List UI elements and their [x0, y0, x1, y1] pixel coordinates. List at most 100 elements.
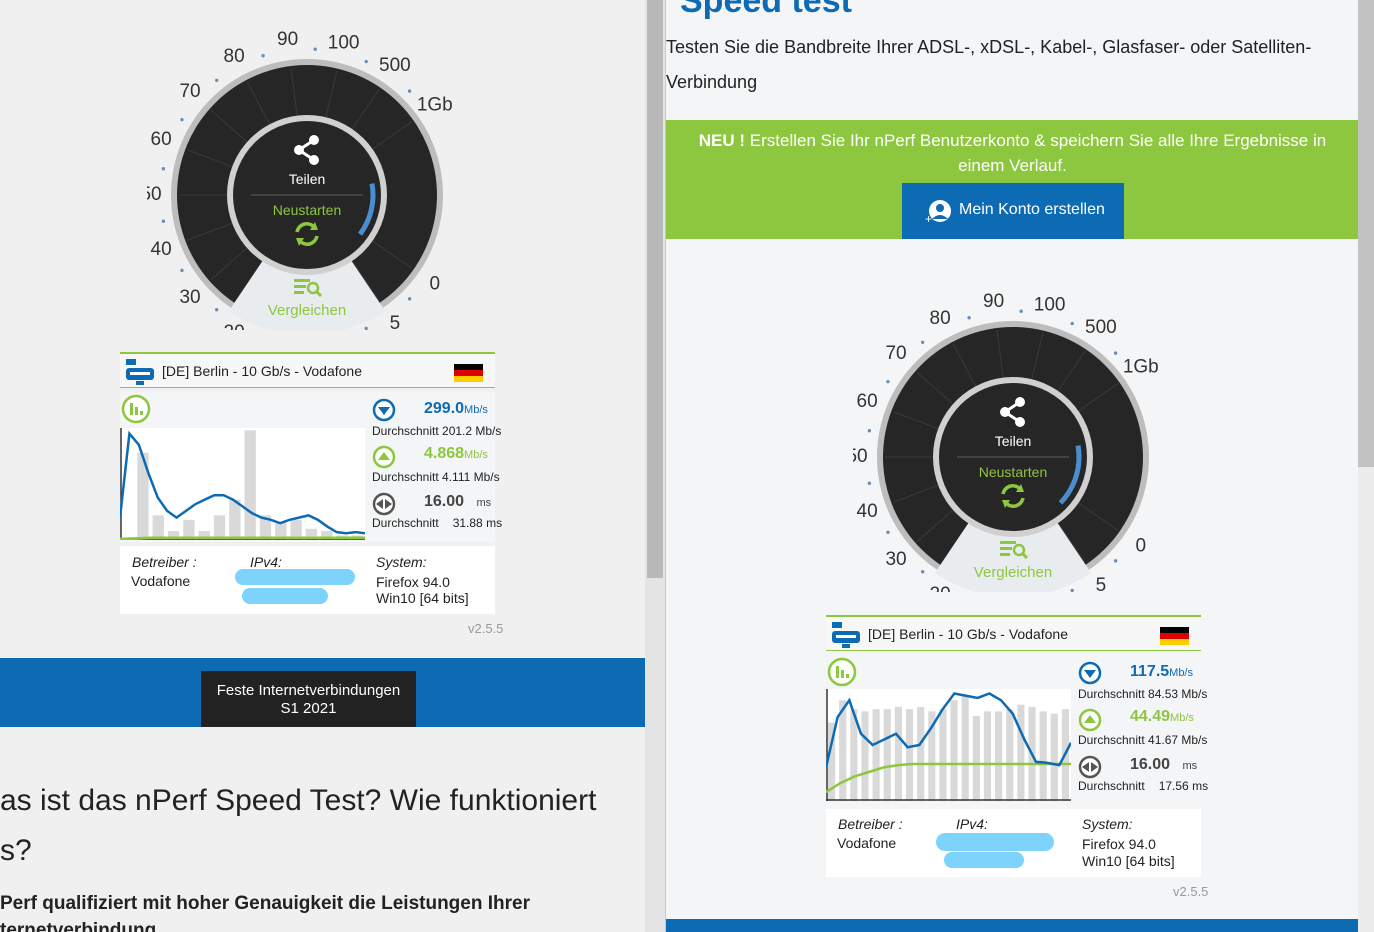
right-scrollbar[interactable] [1358, 0, 1374, 932]
upload-average: Durchschnitt 4.111 Mb/s [372, 470, 500, 484]
speed-history-chart [826, 689, 1071, 801]
germany-flag-icon [454, 364, 483, 382]
latency-value: 16.00 [424, 493, 465, 510]
gauge-scale-dot [886, 530, 890, 535]
chart-bar [983, 711, 992, 801]
server-info[interactable]: [DE] Berlin - 10 Gb/s - Vodafone [120, 352, 495, 388]
gauge-scale-dot [920, 570, 925, 574]
gauge-scale-label: 40 [857, 501, 878, 522]
latency-value: 16.00 [1130, 756, 1171, 773]
restart-button[interactable]: Neustarten [237, 202, 377, 253]
gauge-scale-dot [364, 59, 368, 64]
compare-button[interactable]: Vergleichen [943, 539, 1083, 581]
refresh-icon [1001, 484, 1025, 508]
operator-value: Vodafone [837, 835, 897, 851]
compare-icon [294, 279, 323, 298]
upload-metric: 4.868Mb/s Durchschnitt 4.111 Mb/s [372, 445, 507, 485]
speed-gauge: 05101520304050607080901005001Gb Teilen N… [853, 292, 1233, 592]
svg-text:+: + [925, 212, 932, 226]
page-title: Speed test [680, 0, 852, 20]
latency-metric: 16.00 ms Durchschnitt 17.56 ms [1078, 755, 1213, 795]
download-unit: Mb/s [464, 404, 488, 416]
os-value: Win10 [64 bits] [376, 590, 469, 606]
chart-bar [152, 515, 164, 540]
operator-label: Betreiber : [132, 554, 197, 570]
gauge-scale-label: 100 [1034, 294, 1066, 315]
operator-value: Vodafone [131, 573, 191, 589]
upload-unit: Mb/s [464, 449, 488, 461]
server-icon [832, 622, 860, 648]
gauge-scale-label: 20 [224, 322, 245, 330]
restart-button[interactable]: Neustarten [943, 464, 1083, 515]
refresh-icon [295, 222, 319, 246]
new-badge: NEU ! [698, 131, 746, 150]
gauge-scale-label: 80 [930, 308, 951, 329]
create-account-button[interactable]: + Mein Konto erstellen [902, 183, 1124, 239]
account-promo-banner: NEU ! Erstellen Sie Ihr nPerf Benutzerko… [666, 120, 1358, 239]
gauge-scale-dot [1070, 321, 1074, 326]
gauge-scale-dot [967, 316, 971, 320]
upload-icon [372, 445, 396, 469]
download-icon [372, 398, 396, 422]
upload-value: 4.868 [424, 445, 465, 462]
results-panel: 117.5Mb/s Durchschnitt 84.53 Mb/s 44.49M… [826, 655, 1208, 805]
chart-bar [972, 715, 980, 801]
speed-history-chart [120, 428, 365, 540]
faq-heading-line2: s? [0, 834, 32, 867]
share-icon [1000, 397, 1025, 427]
gauge-scale-label: 0 [429, 273, 440, 294]
chart-bar [213, 515, 226, 540]
chart-bar [229, 499, 241, 540]
server-name: [DE] Berlin - 10 Gb/s - Vodafone [868, 626, 1068, 642]
chart-bar [244, 430, 256, 540]
gauge-scale-label: 60 [151, 129, 172, 150]
redaction-mark [944, 852, 1024, 868]
gauge-scale-label: 30 [179, 287, 200, 308]
share-button[interactable]: Teilen [943, 396, 1083, 449]
browser-value: Firefox 94.0 [376, 574, 450, 590]
gauge-scale-dot [161, 167, 166, 171]
gauge-scale-dot [161, 219, 166, 223]
left-scrollbar[interactable] [645, 0, 665, 932]
download-unit: Mb/s [1169, 667, 1193, 679]
upload-metric: 44.49Mb/s Durchschnitt 41.67 Mb/s [1078, 708, 1213, 748]
chart-bar [872, 709, 880, 801]
compare-label: Vergleichen [973, 564, 1053, 581]
promo-text: Erstellen Sie Ihr nPerf Benutzerkonto & … [745, 131, 1327, 175]
gauge-scale-label: 40 [151, 239, 172, 260]
compare-icon [1000, 541, 1029, 560]
chart-bar [917, 706, 925, 801]
gauge-scale-label: 80 [224, 46, 245, 67]
faq-text-line1: Perf qualifiziert mit hoher Genauigkeit … [0, 893, 530, 914]
chart-bar [1039, 711, 1047, 801]
latency-average-label: Durchschnitt [372, 516, 439, 530]
gauge-scale-dot [180, 268, 184, 273]
redaction-mark [936, 833, 1054, 851]
share-icon [294, 135, 319, 165]
right-browser-pane: Speed test Testen Sie die Bandbreite Ihr… [665, 0, 1358, 932]
left-scrollbar-thumb[interactable] [647, 0, 663, 578]
chart-bar [1050, 713, 1058, 801]
compare-label: Vergleichen [267, 302, 347, 319]
chart-icon[interactable] [827, 657, 857, 687]
compare-button[interactable]: Vergleichen [237, 277, 377, 319]
share-button[interactable]: Teilen [237, 134, 377, 187]
right-scrollbar-thumb[interactable] [1358, 0, 1374, 467]
faq-text-line2: ternetverbindung [0, 920, 157, 932]
upload-average: Durchschnitt 41.67 Mb/s [1078, 733, 1208, 747]
gauge-scale-dot [214, 78, 219, 82]
version-label: v2.5.5 [1173, 884, 1209, 899]
chart-icon[interactable] [121, 394, 151, 424]
upload-unit: Mb/s [1170, 712, 1194, 724]
restart-label: Neustarten [978, 464, 1048, 480]
gauge-scale-label: 70 [179, 81, 200, 102]
latency-average-label: Durchschnitt [1078, 779, 1145, 793]
ranking-button[interactable]: Feste Internetverbindungen S1 2021 [201, 671, 416, 727]
download-value: 117.5 [1130, 663, 1170, 680]
chart-bar [1006, 709, 1014, 801]
gauge-scale-label: 500 [1085, 317, 1117, 338]
connection-info: Betreiber : Vodafone IPv4: System: Firef… [826, 809, 1201, 877]
chart-bar [905, 709, 914, 801]
chart-bar [939, 709, 947, 801]
server-info[interactable]: [DE] Berlin - 10 Gb/s - Vodafone [826, 615, 1201, 651]
